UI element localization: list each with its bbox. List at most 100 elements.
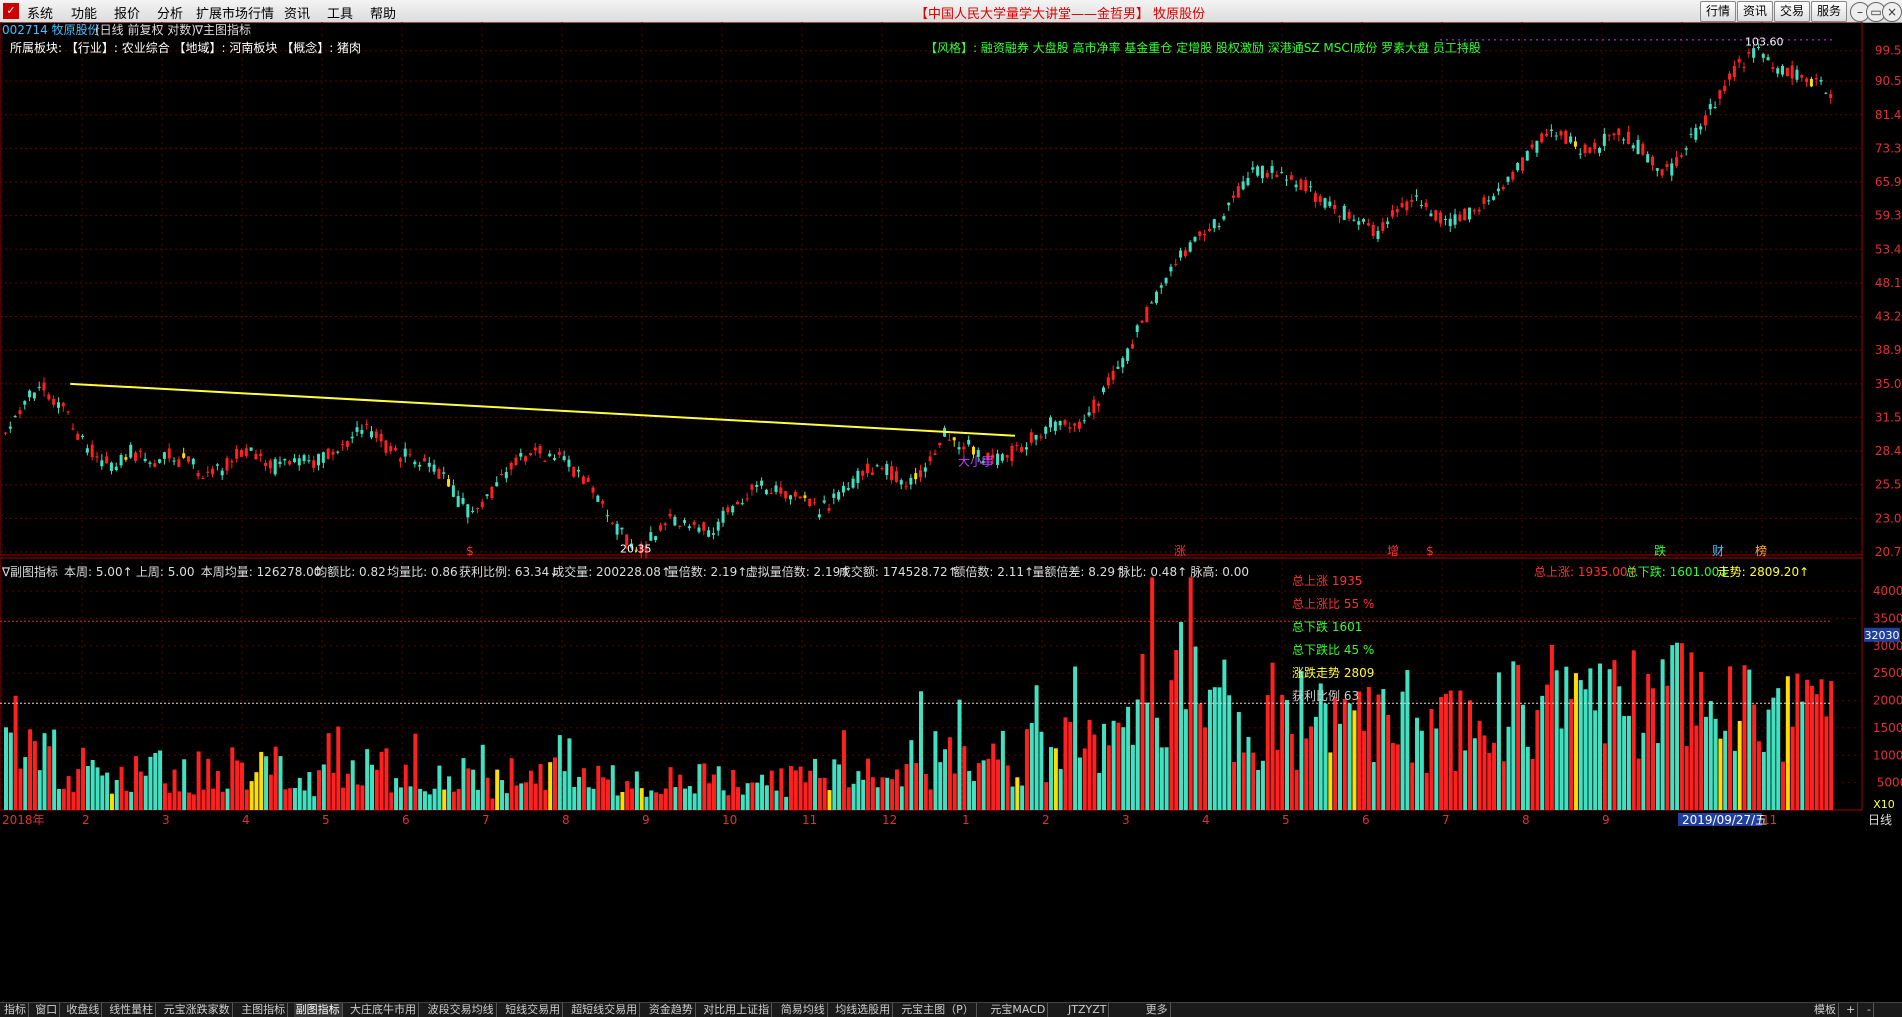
- candle-body: [432, 464, 436, 472]
- volume-bar: [1626, 715, 1631, 810]
- volume-bar: [1699, 672, 1704, 810]
- candle-body: [297, 458, 301, 466]
- sub-indicator-menu: ∇副图指标: [1, 564, 58, 579]
- volume-bar: [1280, 694, 1285, 810]
- volume-bar: [870, 777, 875, 810]
- quote-button[interactable]: 行情: [1700, 1, 1736, 22]
- volume-bar: [1381, 689, 1386, 810]
- time-tick-label: 3: [1122, 813, 1130, 827]
- volume-bar: [326, 733, 331, 810]
- menu-quote[interactable]: 报价: [114, 3, 140, 22]
- candle-body: [1805, 78, 1809, 83]
- volume-bar: [548, 762, 553, 810]
- menu-extended-market[interactable]: 扩展市场行情: [196, 3, 274, 22]
- app-logo-icon[interactable]: ✓: [3, 3, 19, 19]
- volume-bar: [851, 783, 856, 810]
- volume-bar: [1540, 695, 1545, 810]
- indicator-tab[interactable]: 对比用上证指: [701, 1003, 773, 1017]
- indicator-tab[interactable]: 主图指标: [239, 1003, 289, 1017]
- volume-bar: [13, 695, 18, 810]
- candle-body: [1617, 128, 1621, 136]
- event-marker: $: [1426, 544, 1434, 558]
- candle-body: [211, 468, 215, 475]
- close-icon[interactable]: ×: [1882, 2, 1902, 22]
- candle-body: [466, 504, 470, 518]
- candle-body: [129, 444, 133, 458]
- volume-bar: [1289, 734, 1294, 810]
- volume-bar: [191, 794, 196, 810]
- service-button[interactable]: 服务: [1811, 1, 1847, 22]
- candle-body: [172, 460, 176, 462]
- time-tick-label: 11: [1762, 813, 1777, 827]
- time-tick-label: 7: [1442, 813, 1450, 827]
- volume-bar: [23, 757, 28, 810]
- high-price-label: 103.60: [1745, 35, 1784, 48]
- volume-bar: [1593, 710, 1598, 810]
- indicator-tab[interactable]: 波段交易均线: [426, 1003, 497, 1017]
- volume-bar: [264, 756, 269, 810]
- candle-body: [321, 452, 325, 463]
- volume-bar: [1304, 738, 1309, 810]
- volume-bar: [1337, 723, 1342, 810]
- indicator-tab[interactable]: 元宝MACD: [988, 1003, 1049, 1017]
- menu-info[interactable]: 资讯: [284, 3, 310, 22]
- info-button[interactable]: 资讯: [1737, 1, 1773, 22]
- volume-bar: [1049, 747, 1054, 810]
- volume-bar: [658, 793, 663, 810]
- menu-system[interactable]: 系统: [27, 3, 53, 22]
- volume-bar: [1097, 772, 1102, 810]
- volume-bar: [447, 776, 452, 810]
- indicator-tab[interactable]: JTZYZT: [1066, 1003, 1110, 1017]
- tab-bar-control[interactable]: +: [1844, 1003, 1859, 1017]
- volume-bar: [1501, 761, 1506, 810]
- menu-help[interactable]: 帮助: [370, 3, 396, 22]
- candle-body: [1434, 210, 1438, 221]
- candle-body: [1699, 126, 1703, 130]
- menu-function[interactable]: 功能: [71, 3, 97, 22]
- menu-analysis[interactable]: 分析: [157, 3, 183, 22]
- time-tick-label: 6: [402, 813, 410, 827]
- candle-body: [933, 453, 937, 455]
- volume-bar: [1126, 706, 1131, 810]
- indicator-tab[interactable]: 超短线交易用: [569, 1003, 641, 1017]
- volume-bar: [1232, 762, 1237, 810]
- candle-body: [1520, 157, 1524, 171]
- indicator-tab[interactable]: 大庄底牛市用: [348, 1003, 419, 1017]
- candle-body: [437, 468, 441, 479]
- candle-body: [1814, 77, 1818, 80]
- candle-body: [904, 486, 908, 488]
- indicator-tab[interactable]: 简易均线: [779, 1003, 828, 1017]
- candle-body: [1044, 426, 1048, 434]
- indicator-tab[interactable]: 短线交易用: [503, 1003, 564, 1017]
- candle-body: [442, 472, 446, 474]
- window-title: 【中国人民大学量学大讲堂——金哲男】 牧原股份: [915, 7, 1206, 22]
- indicator-tab[interactable]: 窗口: [33, 1003, 61, 1017]
- menu-bar: ✓ 系统 功能 报价 分析 扩展市场行情 资讯 工具 帮助 【中国人民大学量学大…: [0, 0, 1902, 23]
- indicator-tab[interactable]: 指标: [2, 1003, 29, 1017]
- stock-chart-canvas[interactable]: 103.60 20.35 大小事 $ 涨 增 $ 跌 财 榜 99.55 90.50 81.45 73.…: [0, 22, 1902, 1002]
- volume-bar: [442, 789, 447, 810]
- volume-bar: [408, 786, 413, 810]
- indicator-tab[interactable]: 收盘线: [64, 1003, 103, 1017]
- indicator-tab[interactable]: 资金趋势: [647, 1003, 696, 1017]
- indicator-tab[interactable]: 元宝主图（P）: [899, 1003, 977, 1017]
- candle-body: [1410, 199, 1414, 202]
- indicator-tab[interactable]: 元宝涨跌家数: [162, 1003, 233, 1017]
- indicator-tab[interactable]: 均线选股用: [833, 1003, 894, 1017]
- volume-bar: [1434, 728, 1439, 810]
- candle-body: [447, 479, 451, 487]
- indicator-tab[interactable]: 更多: [1144, 1003, 1171, 1017]
- candle-body: [1737, 58, 1741, 63]
- indicator-tab[interactable]: 线性量柱: [107, 1003, 157, 1017]
- candle-body: [1655, 168, 1659, 171]
- candle-body: [119, 455, 123, 466]
- indicator-tab[interactable]: 副图指标: [293, 1003, 343, 1017]
- volume-tick-label: 25000: [1873, 666, 1902, 680]
- volume-bar: [206, 758, 211, 810]
- tab-bar-control[interactable]: 模板: [1812, 1003, 1839, 1017]
- trade-button[interactable]: 交易: [1774, 1, 1810, 22]
- candle-body: [610, 522, 614, 524]
- tab-bar-control[interactable]: -: [1865, 1003, 1874, 1017]
- menu-tools[interactable]: 工具: [327, 3, 353, 22]
- candle-body: [114, 466, 118, 470]
